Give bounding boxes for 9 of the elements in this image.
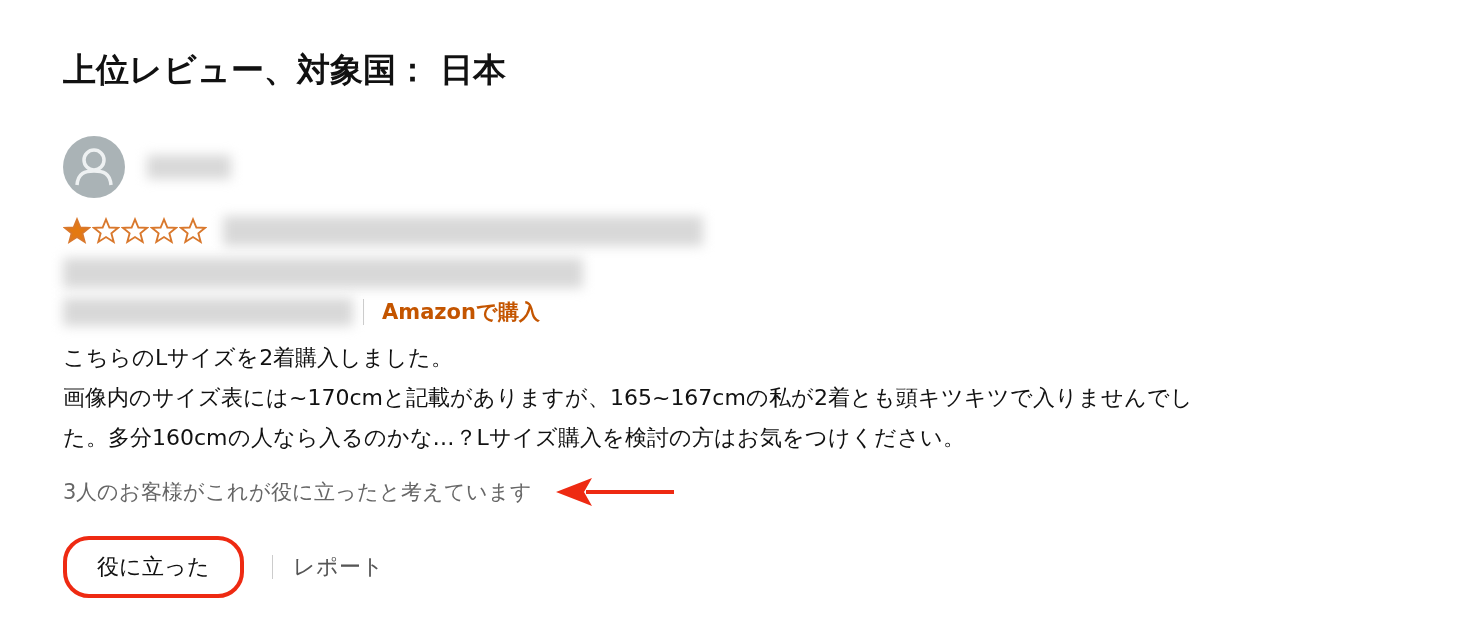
report-link[interactable]: レポート	[293, 552, 384, 582]
review-text: 画像内のサイズ表には~170cmと記載がありますが、165~167cmの私が2着とも頭キツキツで入りませんでした。多分160cmの人なら入るのかな…？Lサイズ購入を検討の方はお気をつけください。	[63, 384, 1193, 452]
verified-purchase-label: Amazonで購入	[382, 299, 540, 326]
helpful-count-text: 3人のお客様がこれが役に立ったと考えています	[63, 479, 533, 506]
section-heading: 上位レビュー、対象国： 日本	[63, 49, 508, 91]
review-text: こちらのLサイズを2着購入しました。	[63, 344, 455, 372]
helpful-button[interactable]: 役に立った	[63, 536, 244, 598]
avatar-icon	[63, 136, 125, 198]
filled-star-icon	[63, 217, 91, 245]
